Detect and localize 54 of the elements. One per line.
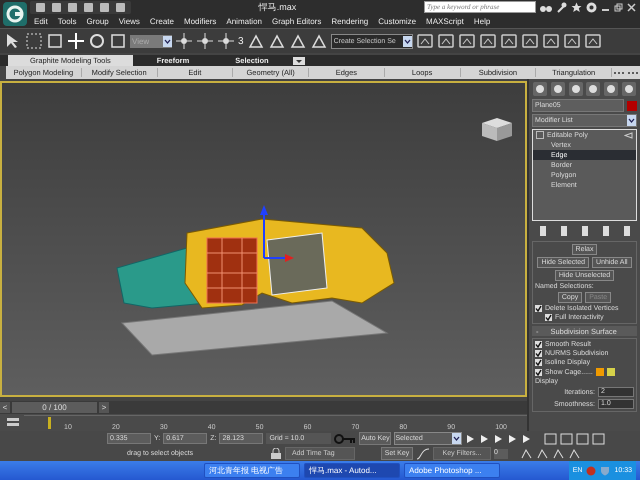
snap-toggle[interactable]: 3 (238, 36, 244, 46)
time-slider-thumb[interactable]: 0 / 100 (12, 402, 97, 413)
checkbox[interactable] (545, 314, 552, 321)
close-icon[interactable] (627, 2, 636, 12)
object-color-swatch[interactable] (627, 100, 637, 110)
cage-color-swatch[interactable] (596, 368, 604, 376)
checkbox[interactable] (535, 341, 542, 348)
region-select-icon[interactable] (25, 32, 43, 50)
curve-icon[interactable] (416, 448, 430, 460)
menu-item[interactable]: Customize (378, 16, 416, 26)
move-icon[interactable] (67, 32, 85, 50)
star-icon[interactable] (571, 2, 582, 12)
restore-icon[interactable] (614, 2, 623, 12)
menu-item[interactable]: Rendering (331, 16, 368, 26)
lock-icon[interactable] (270, 448, 282, 460)
chevron-down-icon[interactable] (627, 115, 636, 126)
app-logo-icon[interactable] (0, 0, 30, 28)
menu-item[interactable]: Tools (58, 16, 76, 26)
menu-item[interactable]: Animation (226, 16, 262, 26)
chevron-down-icon[interactable] (402, 36, 412, 46)
window-select-icon[interactable] (46, 32, 64, 50)
ribbon-menu-icon[interactable] (292, 56, 305, 64)
triangle-icon (624, 132, 633, 138)
checkbox[interactable] (535, 305, 542, 312)
menu-item[interactable]: Help (474, 16, 490, 26)
move-gizmo-icon (260, 205, 294, 262)
expand-toggle-icon[interactable] (536, 131, 544, 139)
previous-frame-button[interactable]: < (0, 402, 10, 413)
menu-item[interactable]: Create (150, 16, 174, 26)
menu-item[interactable]: Edit (34, 16, 48, 26)
chevron-down-icon[interactable] (163, 36, 172, 46)
menu-item[interactable]: Group (86, 16, 109, 26)
time-slider-track[interactable]: < 0 / 100 > (0, 401, 527, 414)
taskbar-button[interactable]: Adobe Photoshop ... (404, 463, 500, 478)
play-icon[interactable] (493, 434, 504, 444)
mini-curve-editor-icon[interactable] (6, 416, 20, 428)
scale-icon[interactable] (109, 32, 127, 50)
next-frame-button[interactable]: > (99, 402, 109, 413)
taskbar-button[interactable]: 河北青年报 电视广告 (204, 463, 300, 478)
menu-item[interactable]: Graph Editors (272, 16, 322, 26)
menu-item[interactable]: MAXScript (426, 16, 464, 26)
window-title: 悍马.max (257, 0, 298, 14)
cage-color-swatch[interactable] (606, 368, 615, 376)
perspective-viewport[interactable] (0, 81, 527, 397)
taskbar-button[interactable]: 悍马.max - Autod... (304, 463, 400, 478)
wrench-icon[interactable] (556, 2, 567, 12)
checkbox[interactable] (535, 350, 542, 357)
checkbox[interactable] (535, 368, 542, 376)
menu-item[interactable]: Views (118, 16, 140, 26)
menu-item[interactable]: Modifiers (184, 16, 216, 26)
chevron-down-icon[interactable] (452, 433, 462, 444)
viewcube-icon[interactable] (482, 118, 512, 141)
checkbox[interactable] (535, 359, 542, 366)
rotate-icon[interactable] (88, 32, 106, 50)
